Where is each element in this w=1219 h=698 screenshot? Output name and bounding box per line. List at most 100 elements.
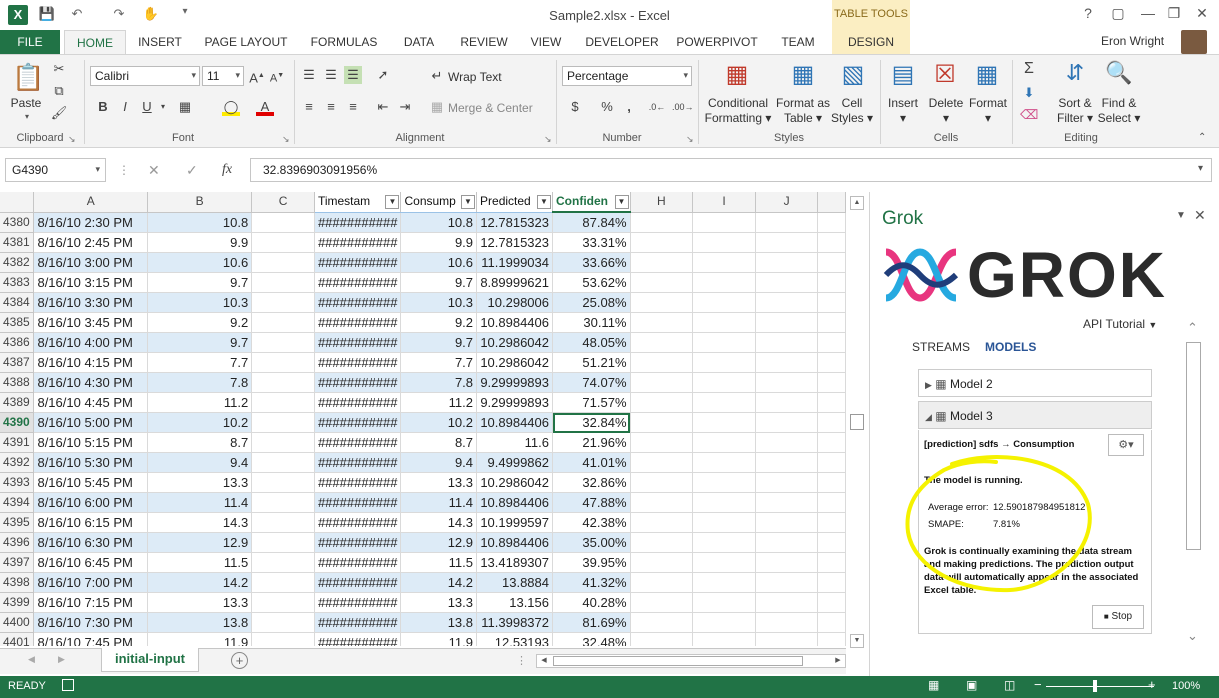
filter-dropdown-icon[interactable]: ▼ — [385, 195, 400, 209]
next-sheet-icon[interactable]: ▶ — [58, 654, 65, 665]
cell-confidence[interactable]: 30.11% — [552, 312, 631, 333]
worksheet-table[interactable]: A B C Timestam ▼ Consump ▼ Predicted ▼ Conf… — [0, 192, 846, 646]
cell-b[interactable]: 13.3 — [147, 592, 253, 613]
cell-h[interactable] — [630, 612, 694, 633]
cell-h[interactable] — [630, 372, 694, 393]
cancel-icon[interactable]: ✕ — [148, 162, 160, 179]
column-header[interactable]: C — [251, 192, 315, 213]
cell-c[interactable] — [251, 532, 315, 553]
prev-sheet-icon[interactable]: ◀ — [28, 654, 35, 665]
align-center-icon[interactable]: ≡ — [322, 98, 340, 116]
cell-predicted[interactable]: 13.156 — [476, 592, 553, 613]
cell-k[interactable] — [817, 272, 846, 293]
cell-timestamp[interactable]: ########### — [314, 492, 402, 513]
cell-styles-icon[interactable]: ▧ — [838, 60, 868, 94]
cell-predicted[interactable]: 10.8984406 — [476, 532, 553, 553]
cell-k[interactable] — [817, 572, 846, 593]
cell-b[interactable]: 13.3 — [147, 472, 253, 493]
row-number[interactable]: 4397 — [0, 552, 35, 573]
cell-b[interactable]: 11.9 — [147, 632, 253, 646]
model-row-model-2[interactable]: ▶ ▦ Model 2 — [918, 369, 1152, 397]
cell-predicted[interactable]: 10.2986042 — [476, 352, 553, 373]
cell-c[interactable] — [251, 312, 315, 333]
wrap-text-button[interactable]: Wrap Text — [448, 70, 502, 85]
column-header[interactable]: J — [755, 192, 819, 213]
tab-streams[interactable]: STREAMS — [912, 340, 970, 354]
macro-record-icon[interactable] — [62, 679, 74, 691]
comma-button[interactable]: , — [620, 98, 638, 116]
cell-i[interactable] — [692, 472, 756, 493]
cell-timestamp[interactable]: ########### — [314, 352, 402, 373]
cell-timestamp[interactable]: ########### — [314, 392, 402, 413]
cell-k[interactable] — [817, 592, 846, 613]
cell-c[interactable] — [251, 512, 315, 533]
cell-k[interactable] — [817, 472, 846, 493]
restore-icon[interactable]: ❐ — [1164, 5, 1184, 25]
cell-i[interactable] — [692, 232, 756, 253]
cell-h[interactable] — [630, 572, 694, 593]
delete-cells-icon[interactable]: ☒ — [930, 60, 960, 94]
cell-consumption[interactable]: 10.8 — [400, 212, 478, 233]
cell-b[interactable]: 14.3 — [147, 512, 253, 533]
percent-button[interactable]: % — [598, 98, 616, 116]
cell-consumption[interactable]: 11.5 — [400, 552, 478, 573]
stop-button[interactable]: ■ Stop — [1092, 605, 1144, 629]
cell-a[interactable]: 8/16/10 5:00 PM — [33, 412, 149, 433]
row-number[interactable]: 4389 — [0, 392, 35, 413]
cell-c[interactable] — [251, 392, 315, 413]
cell-confidence[interactable]: 41.32% — [552, 572, 631, 593]
cell-confidence[interactable]: 32.86% — [552, 472, 631, 493]
cell-predicted[interactable]: 12.7815323 — [476, 212, 553, 233]
cell-h[interactable] — [630, 632, 694, 646]
cell-k[interactable] — [817, 372, 846, 393]
cell-consumption[interactable]: 10.6 — [400, 252, 478, 273]
tab-view[interactable]: VIEW — [526, 30, 566, 54]
cell-b[interactable]: 13.8 — [147, 612, 253, 633]
cell-a[interactable]: 8/16/10 3:00 PM — [33, 252, 149, 273]
cell-c[interactable] — [251, 592, 315, 613]
model-settings-gear-icon[interactable]: ⚙▾ — [1108, 434, 1144, 456]
cell-j[interactable] — [755, 432, 819, 453]
cell-predicted[interactable]: 10.2986042 — [476, 472, 553, 493]
align-right-icon[interactable]: ≡ — [344, 98, 362, 116]
column-header[interactable]: B — [147, 192, 253, 213]
table-header-timestamp[interactable]: Timestam ▼ — [314, 192, 402, 213]
cell-k[interactable] — [817, 412, 846, 433]
zoom-slider[interactable] — [1046, 686, 1154, 687]
align-left-icon[interactable]: ≡ — [300, 98, 318, 116]
fill-icon[interactable]: ⬇ — [1020, 84, 1038, 102]
merge-icon[interactable]: ▦ — [428, 98, 446, 116]
cell-h[interactable] — [630, 292, 694, 313]
cell-b[interactable]: 11.2 — [147, 392, 253, 413]
zoom-slider-thumb[interactable] — [1093, 680, 1097, 692]
cell-b[interactable]: 9.9 — [147, 232, 253, 253]
column-header[interactable]: A — [33, 192, 149, 213]
cell-b[interactable]: 10.3 — [147, 292, 253, 313]
cell-a[interactable]: 8/16/10 6:00 PM — [33, 492, 149, 513]
underline-dropdown-icon[interactable]: ▾ — [154, 98, 172, 116]
format-painter-icon[interactable]: 🖌 — [50, 104, 68, 122]
normal-view-icon[interactable]: ▦ — [928, 678, 939, 692]
cell-i[interactable] — [692, 312, 756, 333]
cell-confidence[interactable]: 47.88% — [552, 492, 631, 513]
formula-bar-handle-icon[interactable]: ⋮ — [118, 163, 130, 177]
cell-consumption[interactable]: 14.2 — [400, 572, 478, 593]
cell-predicted[interactable]: 10.298006 — [476, 292, 553, 313]
delete-button[interactable]: Delete ▾ — [924, 96, 968, 126]
user-name[interactable]: Eron Wright — [1101, 34, 1164, 48]
cell-i[interactable] — [692, 532, 756, 553]
cell-consumption[interactable]: 8.7 — [400, 432, 478, 453]
filter-dropdown-icon[interactable]: ▼ — [461, 195, 476, 209]
cell-a[interactable]: 8/16/10 6:15 PM — [33, 512, 149, 533]
tab-developer[interactable]: DEVELOPER — [582, 30, 662, 54]
cell-i[interactable] — [692, 292, 756, 313]
cell-j[interactable] — [755, 412, 819, 433]
increase-decimal-icon[interactable]: .0← — [648, 98, 666, 116]
expand-formula-icon[interactable]: ▾ — [1198, 163, 1203, 174]
cell-predicted[interactable]: 11.6 — [476, 432, 553, 453]
tab-models[interactable]: MODELS — [985, 340, 1036, 354]
cell-confidence[interactable]: 71.57% — [552, 392, 631, 413]
cell-timestamp[interactable]: ########### — [314, 412, 402, 433]
cell-consumption[interactable]: 13.8 — [400, 612, 478, 633]
cell-h[interactable] — [630, 352, 694, 373]
